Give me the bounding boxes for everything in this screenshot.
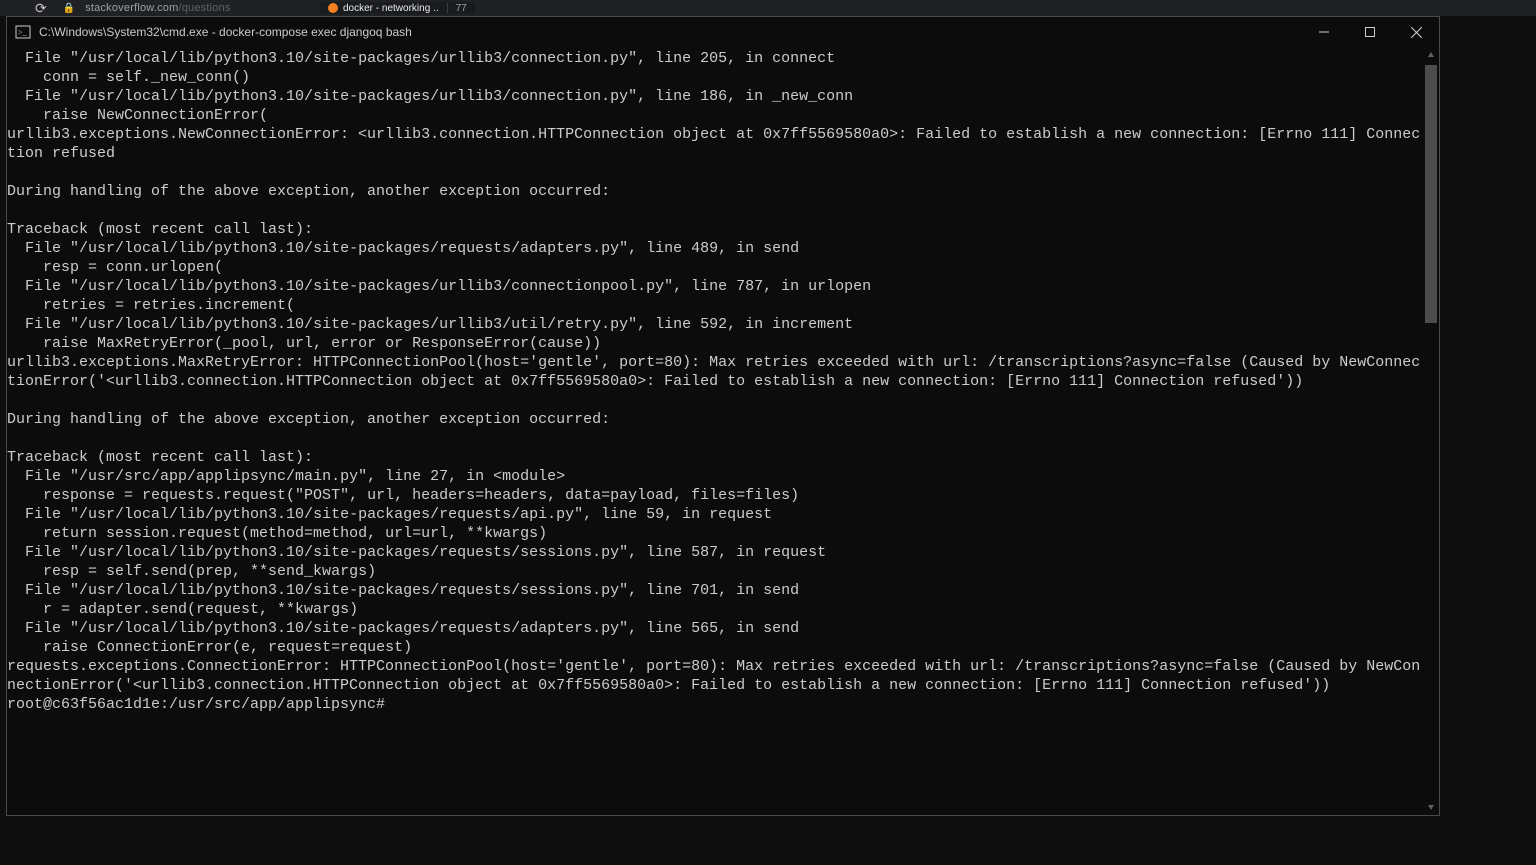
scroll-up-button[interactable]	[1423, 47, 1439, 63]
address-bar-fragment: stackoverflow.com/questions	[85, 2, 230, 14]
minimize-button[interactable]	[1301, 17, 1347, 47]
background-tab-strip: docker - networking .. 77	[320, 2, 475, 14]
close-button[interactable]	[1393, 17, 1439, 47]
window-title: C:\Windows\System32\cmd.exe - docker-com…	[39, 25, 412, 39]
background-tab: docker - networking ..	[320, 2, 447, 14]
refresh-icon: ⟳	[35, 0, 47, 17]
terminal-output[interactable]: File "/usr/local/lib/python3.10/site-pac…	[7, 47, 1423, 815]
lock-icon: 🔒	[63, 3, 75, 14]
scrollbar[interactable]	[1423, 47, 1439, 815]
svg-text:>_: >_	[18, 28, 28, 37]
scrollbar-track[interactable]	[1423, 63, 1439, 799]
cmd-icon: >_	[15, 24, 31, 40]
background-tab: 77	[448, 2, 475, 14]
scroll-down-button[interactable]	[1423, 799, 1439, 815]
cmd-window: >_ C:\Windows\System32\cmd.exe - docker-…	[6, 16, 1440, 816]
titlebar[interactable]: >_ C:\Windows\System32\cmd.exe - docker-…	[7, 17, 1439, 47]
maximize-button[interactable]	[1347, 17, 1393, 47]
scrollbar-thumb[interactable]	[1425, 65, 1437, 323]
background-browser-chrome: ⟳ 🔒 stackoverflow.com/questions	[0, 0, 1536, 16]
